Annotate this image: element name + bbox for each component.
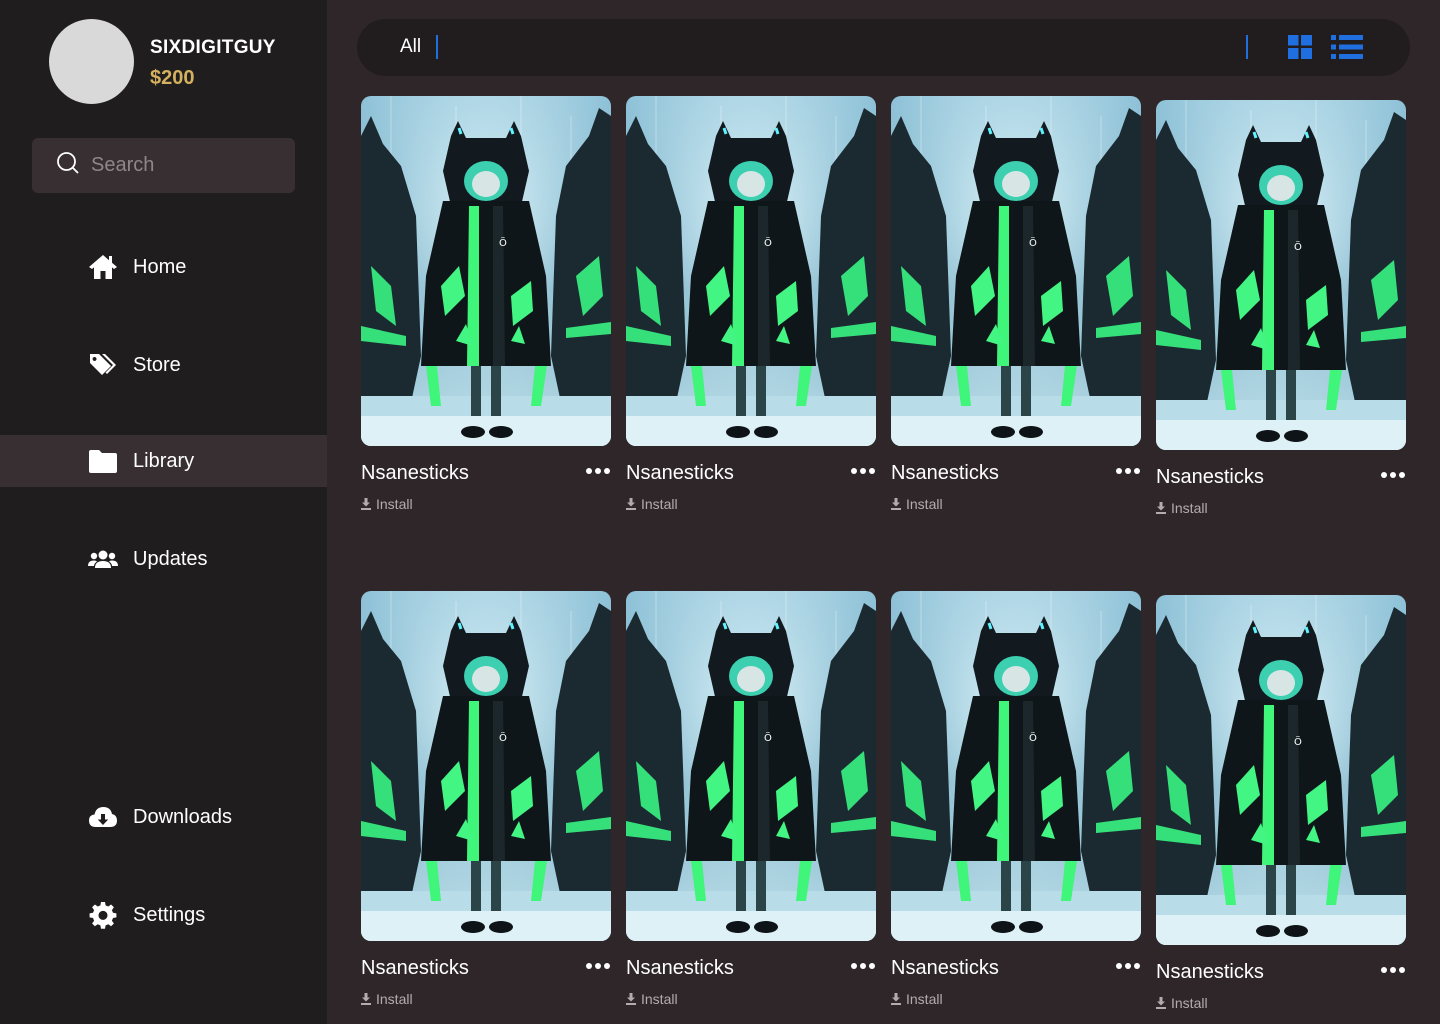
install-button[interactable]: Install bbox=[891, 496, 943, 512]
avatar[interactable] bbox=[49, 19, 134, 104]
nav-item-settings[interactable]: Settings bbox=[0, 889, 327, 941]
install-button[interactable]: Install bbox=[361, 496, 413, 512]
game-cover-image[interactable] bbox=[361, 96, 611, 446]
game-card[interactable]: Nsanesticks Install bbox=[626, 96, 876, 512]
nav-item-store[interactable]: Store bbox=[0, 339, 327, 391]
nav-item-updates[interactable]: Updates bbox=[0, 533, 327, 585]
nav-label-library: Library bbox=[133, 449, 195, 472]
install-button[interactable]: Install bbox=[1156, 995, 1208, 1011]
download-icon bbox=[361, 993, 371, 1005]
home-icon bbox=[88, 252, 118, 282]
game-cover-image[interactable] bbox=[1156, 100, 1406, 450]
download-icon bbox=[626, 993, 636, 1005]
more-options-icon[interactable] bbox=[850, 464, 876, 478]
game-title: Nsanesticks bbox=[361, 957, 469, 979]
download-icon bbox=[361, 498, 371, 510]
more-options-icon[interactable] bbox=[585, 464, 611, 478]
nav-label-store: Store bbox=[133, 353, 181, 376]
list-view-button[interactable] bbox=[1331, 35, 1363, 64]
tag-icon bbox=[88, 350, 118, 380]
game-card[interactable]: Nsanesticks Install bbox=[361, 591, 611, 1007]
download-icon bbox=[1156, 997, 1166, 1009]
nav-label-settings: Settings bbox=[133, 903, 206, 926]
install-label: Install bbox=[376, 991, 413, 1007]
nav-item-home[interactable]: Home bbox=[0, 241, 327, 293]
game-card[interactable]: Nsanesticks Install bbox=[1156, 100, 1406, 516]
install-button[interactable]: Install bbox=[626, 496, 678, 512]
grid-icon bbox=[1288, 35, 1312, 59]
game-title: Nsanesticks bbox=[891, 462, 999, 484]
game-card[interactable]: Nsanesticks Install bbox=[361, 96, 611, 512]
download-icon bbox=[1156, 502, 1166, 514]
more-options-icon[interactable] bbox=[850, 959, 876, 973]
cloud-download-icon bbox=[88, 802, 118, 832]
nav-label-updates: Updates bbox=[133, 547, 208, 570]
filter-divider-right bbox=[1246, 35, 1248, 59]
gear-icon bbox=[88, 900, 118, 930]
game-title: Nsanesticks bbox=[891, 957, 999, 979]
search-box[interactable] bbox=[32, 138, 295, 193]
install-label: Install bbox=[1171, 500, 1208, 516]
game-title: Nsanesticks bbox=[1156, 961, 1264, 983]
nav-item-library[interactable]: Library bbox=[0, 435, 327, 487]
more-options-icon[interactable] bbox=[585, 959, 611, 973]
filter-all[interactable]: All bbox=[400, 36, 421, 58]
download-icon bbox=[891, 498, 901, 510]
search-icon bbox=[56, 151, 80, 180]
install-label: Install bbox=[376, 496, 413, 512]
install-button[interactable]: Install bbox=[626, 991, 678, 1007]
install-button[interactable]: Install bbox=[1156, 500, 1208, 516]
game-title: Nsanesticks bbox=[361, 462, 469, 484]
filter-divider bbox=[436, 35, 438, 59]
game-title: Nsanesticks bbox=[626, 957, 734, 979]
search-input[interactable] bbox=[91, 154, 281, 177]
install-label: Install bbox=[1171, 995, 1208, 1011]
more-options-icon[interactable] bbox=[1115, 464, 1141, 478]
game-cover-image[interactable] bbox=[891, 591, 1141, 941]
nav-label-downloads: Downloads bbox=[133, 805, 232, 828]
game-cover-image[interactable] bbox=[891, 96, 1141, 446]
game-title: Nsanesticks bbox=[1156, 466, 1264, 488]
more-options-icon[interactable] bbox=[1380, 963, 1406, 977]
game-card[interactable]: Nsanesticks Install bbox=[891, 96, 1141, 512]
more-options-icon[interactable] bbox=[1380, 468, 1406, 482]
sidebar: SIXDIGITGUY $200 Home Store Library Upda… bbox=[0, 0, 327, 1024]
game-cover-image[interactable] bbox=[361, 591, 611, 941]
install-button[interactable]: Install bbox=[891, 991, 943, 1007]
game-cover-image[interactable] bbox=[626, 96, 876, 446]
filter-bar: All bbox=[357, 19, 1410, 76]
install-label: Install bbox=[906, 496, 943, 512]
users-icon bbox=[88, 544, 118, 574]
grid-view-button[interactable] bbox=[1288, 35, 1312, 64]
more-options-icon[interactable] bbox=[1115, 959, 1141, 973]
install-button[interactable]: Install bbox=[361, 991, 413, 1007]
game-card[interactable]: Nsanesticks Install bbox=[891, 591, 1141, 1007]
list-icon bbox=[1331, 35, 1363, 59]
game-cover-image[interactable] bbox=[1156, 595, 1406, 945]
folder-icon bbox=[88, 446, 118, 476]
download-icon bbox=[626, 498, 636, 510]
nav-label-home: Home bbox=[133, 255, 187, 278]
username: SIXDIGITGUY bbox=[150, 37, 276, 58]
install-label: Install bbox=[641, 496, 678, 512]
download-icon bbox=[891, 993, 901, 1005]
balance: $200 bbox=[150, 67, 195, 89]
game-card[interactable]: Nsanesticks Install bbox=[626, 591, 876, 1007]
install-label: Install bbox=[641, 991, 678, 1007]
install-label: Install bbox=[906, 991, 943, 1007]
game-cover-image[interactable] bbox=[626, 591, 876, 941]
game-title: Nsanesticks bbox=[626, 462, 734, 484]
game-card[interactable]: Nsanesticks Install bbox=[1156, 595, 1406, 1011]
nav-item-downloads[interactable]: Downloads bbox=[0, 791, 327, 843]
